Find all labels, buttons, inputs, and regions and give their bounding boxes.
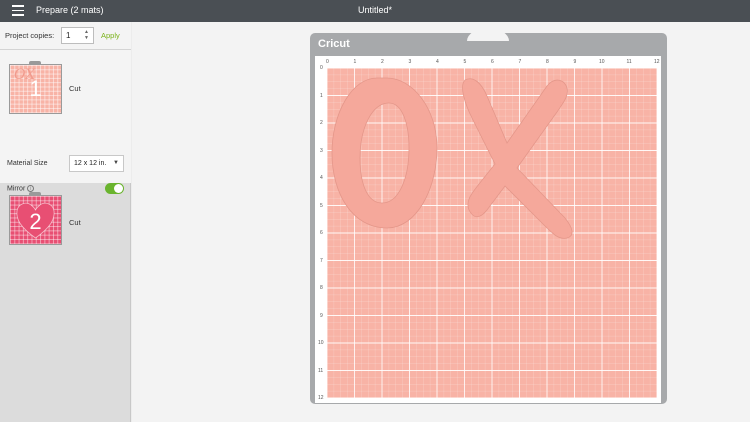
info-icon[interactable]: i	[27, 185, 35, 192]
ruler-left-label: 8	[320, 285, 323, 291]
mat-tab	[29, 61, 41, 65]
mirror-label-text: Mirror	[7, 185, 26, 193]
mat-tab	[29, 192, 41, 196]
ruler-top-label: 9	[573, 59, 577, 65]
ruler-top-label: 4	[436, 59, 439, 65]
ruler-left-label: 7	[320, 257, 323, 264]
chevron-down-icon: ▼	[113, 160, 119, 166]
ruler-top-label: 6	[491, 59, 494, 65]
toggle-knob	[114, 184, 123, 193]
letter-x-shape[interactable]	[462, 78, 573, 239]
mat-1-thumbnail[interactable]: OX 1	[9, 61, 62, 114]
ruler-top-label: 8	[546, 59, 549, 65]
project-copies-row: Project copies: 1 ▲ ▼ Apply	[0, 22, 131, 50]
ruler-top-label: 3	[408, 59, 412, 65]
ruler-left-label: 6	[320, 230, 323, 236]
ruler-left-label: 2	[320, 120, 323, 126]
cricut-logo: Cricut	[318, 38, 350, 50]
ruler-left-label: 0	[320, 65, 323, 71]
ruler-top-label: 10	[599, 59, 605, 65]
ruler-left-label: 3	[320, 147, 323, 154]
ruler-left-label: 9	[320, 312, 323, 319]
ruler-top-label: 1	[353, 59, 357, 65]
material-size-select[interactable]: 12 x 12 in. ▼	[69, 155, 124, 172]
mat-surface: 0 1 2 3 4 5 6 7 8 9 10 11 12 0 1 2 3 4 5 6 7 8 9 10 11 12	[315, 56, 661, 403]
material-size-label: Material Size	[7, 160, 48, 167]
mat-1-number: 1	[29, 76, 42, 101]
mat-preview-area: Cricut 0 1 2 3 4 5 6 7 8 9 10 11 12 0 1 2 3 4 5 6 7 8 9 10 11 12	[132, 22, 750, 422]
ruler-top-label: 12	[654, 59, 660, 65]
mat-2-number: 2	[29, 209, 42, 234]
mat-1-cut-label: Cut	[69, 84, 81, 93]
ruler-left-label: 4	[320, 175, 323, 181]
mat-sidebar: Project copies: 1 ▲ ▼ Apply OX 1 Cut Mate…	[0, 22, 131, 422]
mat-2-cut-label: Cut	[69, 218, 81, 227]
ruler-top-label: 11	[626, 59, 632, 65]
mat-2-thumbnail[interactable]: 2	[9, 192, 62, 245]
ruler-left-label: 12	[318, 395, 324, 401]
document-title: Untitled*	[357, 5, 393, 15]
mirror-toggle[interactable]	[105, 183, 124, 194]
mat-1-panel[interactable]: OX 1 Cut Material Size 12 x 12 in. ▼ Mir…	[0, 50, 131, 194]
top-bar: Prepare (2 mats) Untitled*	[0, 0, 750, 22]
mat-grid	[327, 68, 657, 398]
ruler-top-label: 2	[381, 59, 384, 65]
ruler-left-label: 1	[320, 92, 323, 99]
ruler-left-label: 10	[318, 340, 324, 346]
cutting-mat: Cricut 0 1 2 3 4 5 6 7 8 9 10 11 12 0 1 2 3 4 5 6 7 8 9 10 11 12	[310, 28, 667, 404]
material-size-value: 12 x 12 in.	[74, 160, 107, 167]
project-copies-input[interactable]: 1	[61, 27, 94, 44]
ruler-top-label: 0	[326, 59, 329, 65]
ruler-left-label: 5	[320, 202, 323, 209]
ox-design[interactable]	[327, 68, 657, 398]
ruler-top-label: 7	[518, 59, 522, 65]
copies-stepper-icon[interactable]: ▲ ▼	[84, 29, 89, 41]
mat-handle	[467, 28, 509, 41]
letter-o-shape[interactable]	[331, 77, 438, 229]
ruler-left-label: 11	[318, 367, 324, 374]
project-copies-label: Project copies:	[5, 31, 55, 40]
apply-button[interactable]: Apply	[101, 31, 120, 40]
ruler-top-label: 5	[463, 59, 467, 65]
